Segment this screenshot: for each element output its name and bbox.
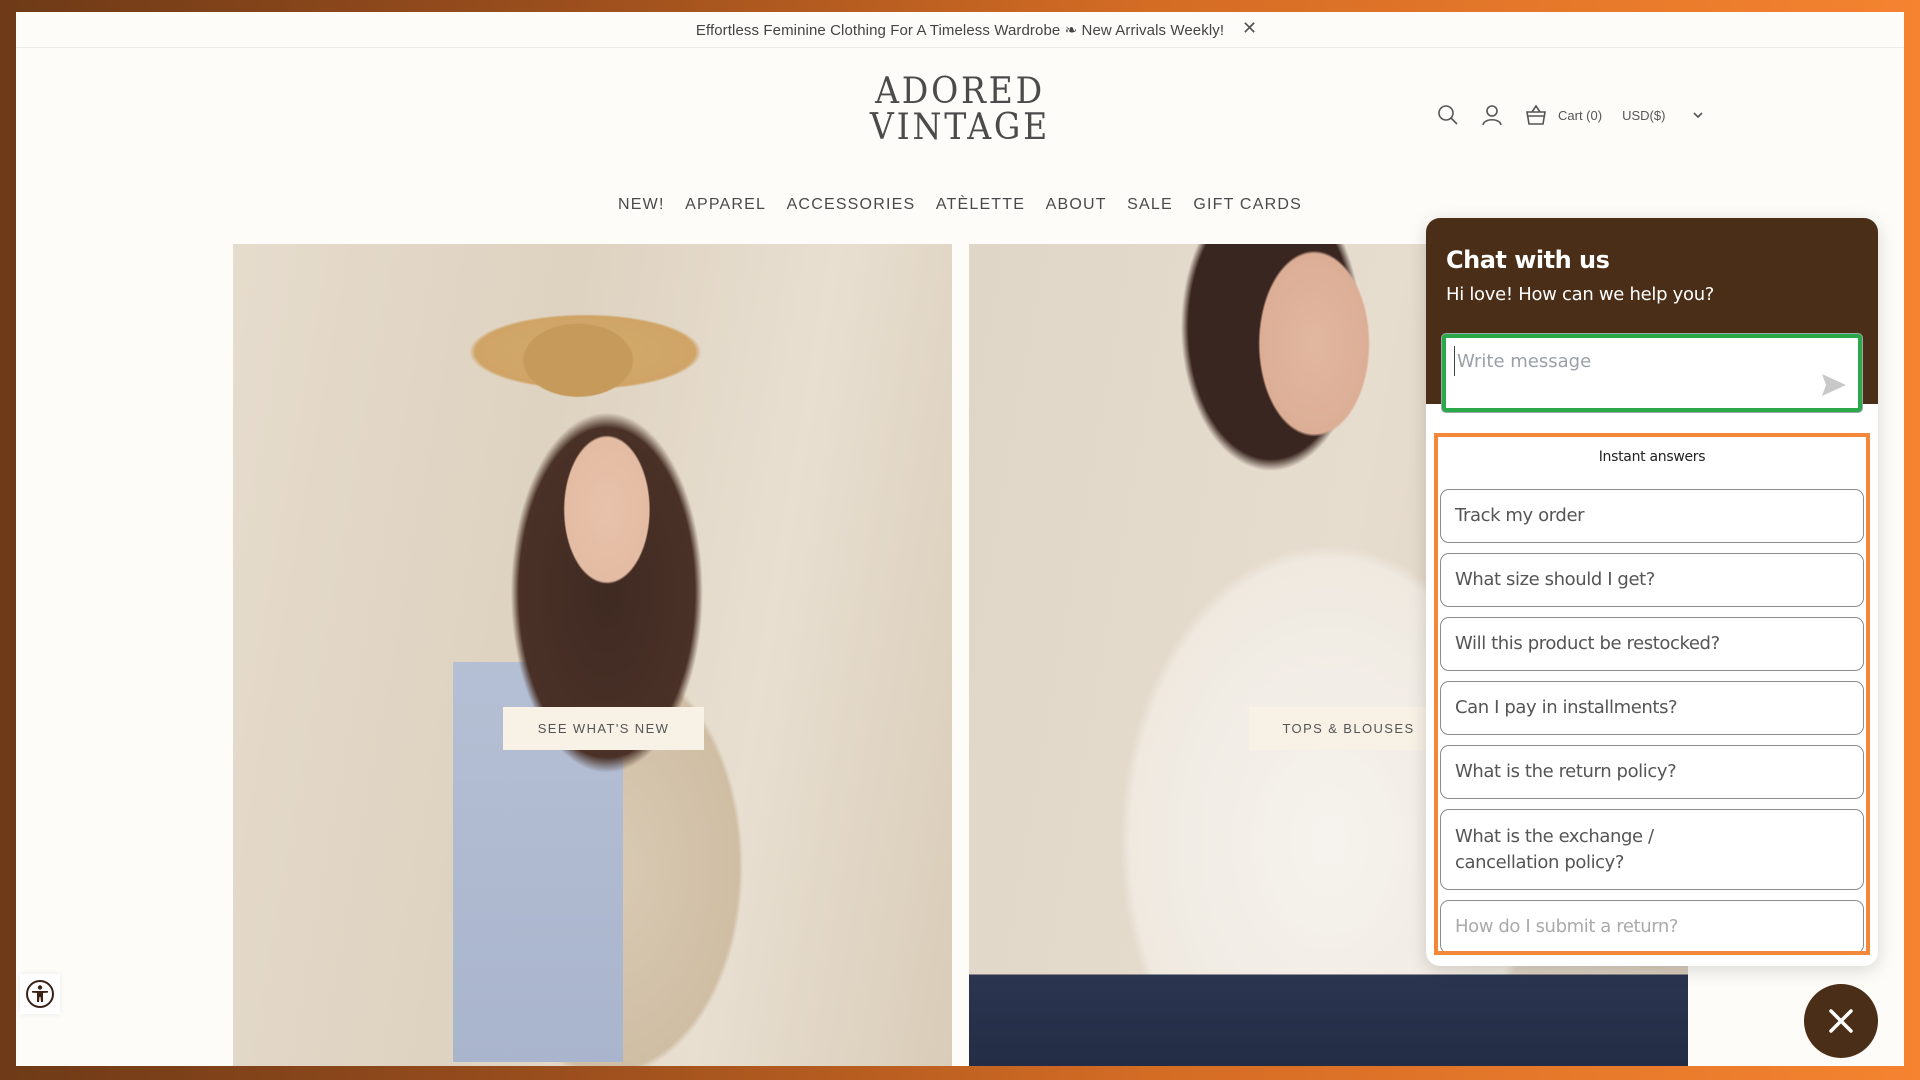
header-actions: Cart (0) USD($) (1436, 100, 1705, 130)
chat-title: Chat with us (1446, 246, 1610, 274)
instant-answer-installments[interactable]: Can I pay in installments? (1440, 681, 1864, 735)
search-icon[interactable] (1436, 103, 1460, 127)
send-icon[interactable] (1820, 372, 1848, 398)
announcement-text: Effortless Feminine Clothing For A Timel… (695, 22, 1225, 39)
user-icon[interactable] (1480, 103, 1504, 127)
instant-answer-track-order[interactable]: Track my order (1440, 489, 1864, 543)
cart-link[interactable]: Cart (0) (1558, 108, 1602, 123)
instant-answer-submit-return[interactable]: How do I submit a return? (1440, 900, 1864, 951)
instant-answers-title: Instant answers (1598, 449, 1706, 465)
chat-close-button[interactable] (1804, 984, 1878, 1058)
hero-image-new-arrivals[interactable]: SEE WHAT'S NEW (233, 244, 952, 1066)
nav-item-sale[interactable]: SALE (1127, 196, 1173, 214)
tops-blouses-button[interactable]: TOPS & BLOUSES (1249, 707, 1448, 750)
instant-answers-panel: Instant answers Track my order What size… (1434, 433, 1870, 955)
logo-line-2: VINTAGE (869, 107, 1051, 148)
nav-item-new[interactable]: NEW! (618, 196, 665, 214)
nav-item-about[interactable]: ABOUT (1046, 196, 1107, 214)
see-whats-new-button[interactable]: SEE WHAT'S NEW (503, 707, 704, 750)
logo-line-1: ADORED (875, 71, 1045, 112)
nav-item-accessories[interactable]: ACCESSORIES (787, 196, 916, 214)
currency-selector[interactable]: USD($) (1622, 108, 1665, 123)
chevron-down-icon[interactable] (1691, 108, 1705, 122)
accessibility-icon (26, 980, 54, 1008)
message-input-container (1442, 334, 1862, 412)
instant-answer-exchange-policy[interactable]: What is the exchange / cancellation poli… (1440, 809, 1864, 890)
nav-item-apparel[interactable]: APPAREL (685, 196, 766, 214)
announcement-close-icon[interactable]: ✕ (1242, 18, 1257, 39)
main-nav: NEW! APPAREL ACCESSORIES ATÈLETTE ABOUT … (16, 196, 1904, 214)
announcement-bar: Effortless Feminine Clothing For A Timel… (16, 12, 1904, 48)
cart-icon[interactable] (1524, 103, 1548, 127)
close-icon (1829, 1009, 1853, 1033)
nav-item-atelette[interactable]: ATÈLETTE (936, 196, 1025, 214)
chat-subtitle: Hi love! How can we help you? (1446, 284, 1715, 305)
nav-item-gift-cards[interactable]: GIFT CARDS (1193, 196, 1302, 214)
instant-answer-size[interactable]: What size should I get? (1440, 553, 1864, 607)
message-input[interactable] (1454, 346, 1794, 376)
chat-widget: Chat with us Hi love! How can we help yo… (1426, 218, 1878, 966)
site-logo[interactable]: ADORED VINTAGE (868, 74, 1052, 146)
instant-answer-return-policy[interactable]: What is the return policy? (1440, 745, 1864, 799)
accessibility-button[interactable] (20, 974, 60, 1014)
instant-answer-restock[interactable]: Will this product be restocked? (1440, 617, 1864, 671)
